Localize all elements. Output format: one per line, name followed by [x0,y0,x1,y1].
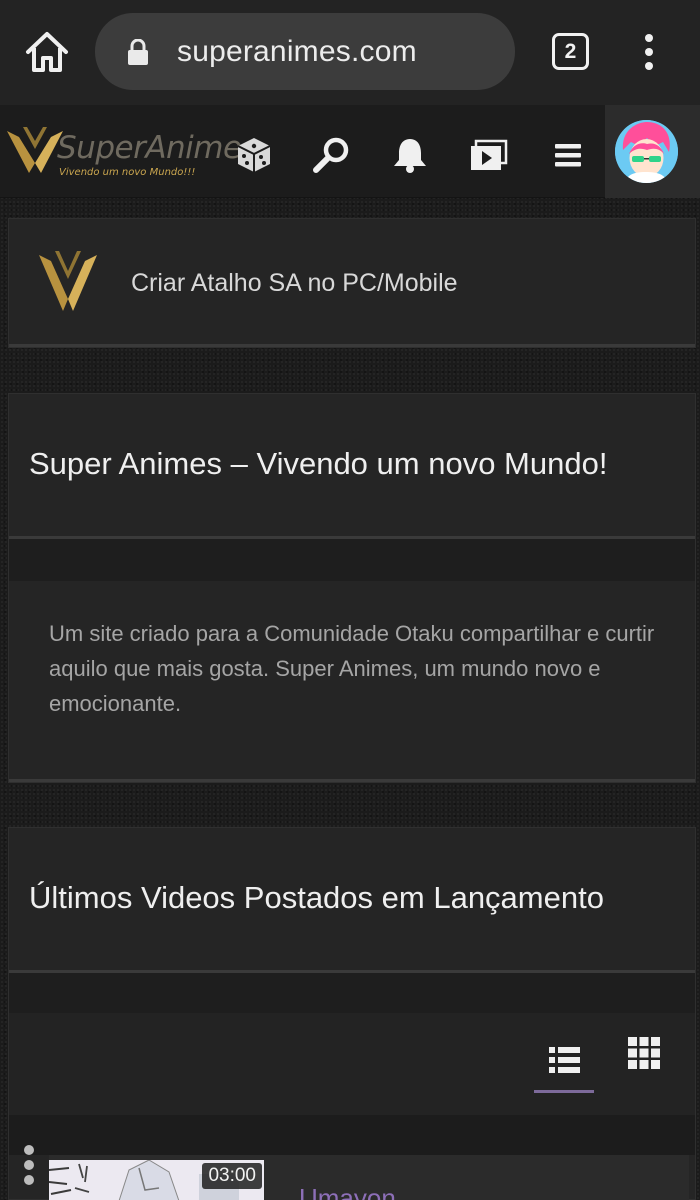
hamburger-menu-icon[interactable] [548,135,588,175]
videos-title: Últimos Videos Postados em Lançamento [29,880,604,915]
tab-count: 2 [564,39,577,63]
video-duration: 03:00 [202,1163,262,1189]
lock-icon [127,38,149,65]
video-thumbnail[interactable]: 03:00 [49,1160,264,1200]
browser-menu-icon[interactable] [640,32,658,72]
logo-mark-icon [5,123,65,179]
dice-icon[interactable] [234,135,274,175]
divider-band [9,973,695,1013]
site-logo[interactable]: SuperAnimes Vivendo um novo Mundo!!! [5,115,258,195]
view-toggle-bar [9,1013,695,1115]
video-library-icon[interactable] [468,135,508,175]
site-header: SuperAnimes Vivendo um novo Mundo!!! [0,105,700,198]
address-bar[interactable]: superanimes.com [95,13,515,90]
tab-switcher-button[interactable]: 2 [552,33,589,70]
video-card[interactable]: 03:00 Umayon [49,1155,689,1200]
about-title: Super Animes – Vivendo um novo Mundo! [29,446,608,481]
active-tab-indicator [534,1090,594,1093]
video-title-link[interactable]: Umayon [299,1183,396,1200]
shortcut-panel[interactable]: Criar Atalho SA no PC/Mobile [8,218,696,348]
avatar [615,120,678,183]
logo-subtitle: Vivendo um novo Mundo!!! [59,167,196,178]
logo-mark-icon [37,249,99,317]
user-avatar-button[interactable] [605,105,700,198]
logo-title: SuperAnimes [57,130,258,166]
about-description: Um site criado para a Comunidade Otaku c… [49,621,655,716]
url-text: superanimes.com [177,35,417,68]
latest-videos-panel: Últimos Videos Postados em Lançamento 03… [8,827,696,1200]
divider [9,344,695,347]
search-icon[interactable] [312,135,352,175]
divider-band [9,539,695,581]
list-view-button[interactable] [534,1038,594,1093]
bell-icon[interactable] [390,135,430,175]
browser-toolbar: superanimes.com 2 [0,0,700,105]
about-panel: Super Animes – Vivendo um novo Mundo! Um… [8,393,696,783]
divider-band [9,1115,695,1155]
list-view-icon [549,1047,580,1073]
grid-view-icon [628,1037,660,1069]
grid-view-button[interactable] [624,1033,664,1073]
divider [9,779,695,782]
side-drawer-handle-icon[interactable] [22,1140,36,1200]
home-icon[interactable] [24,30,70,74]
shortcut-label: Criar Atalho SA no PC/Mobile [131,269,458,297]
